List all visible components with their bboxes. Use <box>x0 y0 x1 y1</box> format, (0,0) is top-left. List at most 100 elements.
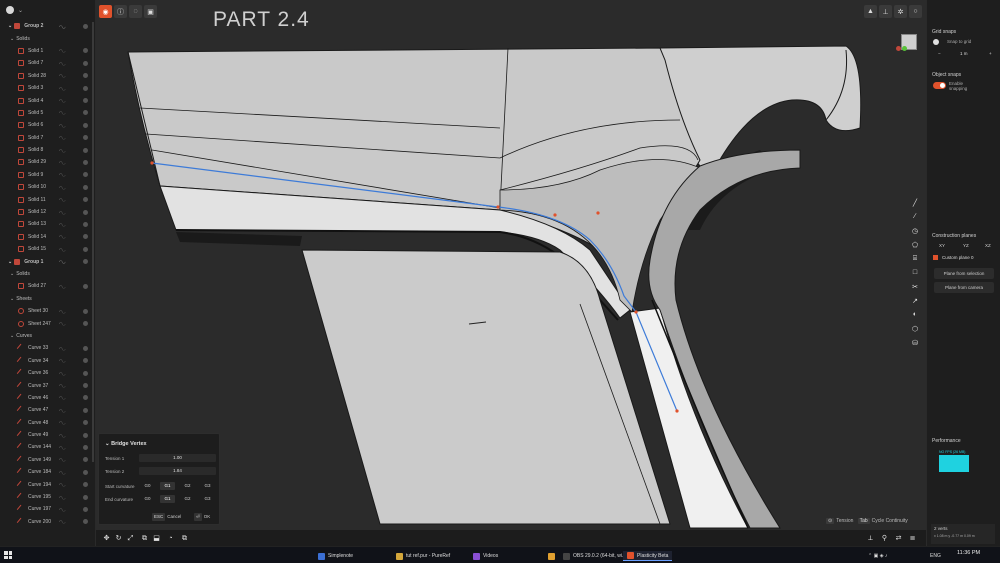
visibility-icon[interactable]: ◠◡ <box>59 420 65 425</box>
taskbar-app[interactable]: Plasticity Beta <box>623 551 673 561</box>
outliner-item-curve[interactable]: Curve 149 ◠◡ <box>0 454 95 466</box>
outliner-item-curve[interactable]: Curve 184 ◠◡ <box>0 466 95 478</box>
visibility-icon[interactable]: ◠◡ <box>59 135 65 140</box>
outliner-item-section[interactable]: ⌄ Solids <box>0 268 95 280</box>
visibility-icon[interactable]: ◠◡ <box>59 86 65 91</box>
outliner-item-solid[interactable]: Solid 5 ◠◡ <box>0 107 95 119</box>
taskbar-app[interactable]: Videos <box>473 551 498 561</box>
outliner-item-solid[interactable]: Solid 7 ◠◡ <box>0 57 95 69</box>
grid-size-field[interactable]: 1 m <box>960 51 968 56</box>
outliner-item-solid[interactable]: Solid 9 ◠◡ <box>0 169 95 181</box>
bend-icon[interactable]: ↗ <box>908 294 922 307</box>
end-g0[interactable]: G0 <box>140 495 155 503</box>
lock-icon[interactable] <box>83 420 88 426</box>
visibility-icon[interactable]: ◠◡ <box>59 24 65 29</box>
outliner-item-curve[interactable]: Curve 200 ◠◡ <box>0 516 95 528</box>
gear-icon[interactable]: ✲ <box>894 5 907 18</box>
end-g2[interactable]: G2 <box>180 495 195 503</box>
visibility-icon[interactable]: ◠◡ <box>59 148 65 153</box>
visibility-icon[interactable]: ◠◡ <box>59 482 65 487</box>
outliner-item-curve[interactable]: Curve 46 ◠◡ <box>0 392 95 404</box>
windows-start-icon[interactable] <box>4 551 12 559</box>
outliner-item-sheet[interactable]: Sheet 247 ◠◡ <box>0 317 95 329</box>
plane-xz[interactable]: XZ <box>985 243 991 248</box>
visibility-icon[interactable]: ◠◡ <box>59 433 65 438</box>
outliner-item-solid[interactable]: Solid 28 ◠◡ <box>0 70 95 82</box>
move-icon[interactable]: ✥ <box>102 534 111 543</box>
lock-icon[interactable] <box>83 98 88 104</box>
outliner-item-solid[interactable]: Solid 15 ◠◡ <box>0 243 95 255</box>
visibility-icon[interactable]: ◠◡ <box>59 519 65 524</box>
lock-icon[interactable] <box>83 444 88 450</box>
visibility-icon[interactable]: ◠◡ <box>59 222 65 227</box>
pin-icon[interactable]: ⚲ <box>880 534 889 543</box>
chevron-down-icon[interactable]: ⌄ <box>18 7 23 14</box>
outliner-item-solid[interactable]: Solid 27 ◠◡ <box>0 280 95 292</box>
outliner-item-curve[interactable]: Curve 197 ◠◡ <box>0 503 95 515</box>
axis-icon[interactable]: ⊥ <box>879 5 892 18</box>
taskbar-app[interactable] <box>548 551 558 561</box>
outliner-scrollbar[interactable] <box>92 22 94 462</box>
end-g1[interactable]: G1 <box>160 495 175 503</box>
taskbar-app[interactable]: Simplenote <box>318 551 353 561</box>
outliner-item-solid[interactable]: Solid 11 ◠◡ <box>0 193 95 205</box>
lock-icon[interactable] <box>83 184 88 190</box>
lock-icon[interactable] <box>83 370 88 376</box>
visibility-icon[interactable]: ◠◡ <box>59 73 65 78</box>
lock-icon[interactable] <box>83 407 88 413</box>
outliner-item-curve[interactable]: Curve 195 ◠◡ <box>0 491 95 503</box>
chevron-down-icon[interactable]: ⌄ <box>10 36 14 42</box>
visibility-icon[interactable]: ◠◡ <box>59 197 65 202</box>
outliner-item-curve[interactable]: Curve 47 ◠◡ <box>0 404 95 416</box>
lock-icon[interactable] <box>83 482 88 488</box>
viewport-3d[interactable]: ◉ ⓘ ◌ ▣ PART 2.4 ▲ ⊥ ✲ ○ ╱ ∕ ◷ ⬠ ⌸ □ ✂ ↗… <box>96 0 926 546</box>
tray-icons[interactable]: ⌃ ▣ ◈ ♪ <box>868 551 887 561</box>
end-g3[interactable]: G3 <box>200 495 215 503</box>
lock-icon[interactable] <box>83 259 88 265</box>
clock[interactable]: 11:36 PM <box>957 550 980 556</box>
snap-to-grid-radio[interactable] <box>933 39 939 45</box>
enable-snapping-toggle[interactable] <box>933 82 946 89</box>
visibility-icon[interactable]: ◠◡ <box>59 234 65 239</box>
cube-icon[interactable]: ⬡ <box>908 322 922 335</box>
lock-icon[interactable] <box>83 494 88 500</box>
plane-xy[interactable]: XY <box>939 243 945 248</box>
start-g2[interactable]: G2 <box>180 482 195 490</box>
visibility-icon[interactable]: ◠◡ <box>59 321 65 326</box>
visibility-icon[interactable]: ◠◡ <box>59 408 65 413</box>
visibility-icon[interactable]: ◠◡ <box>59 61 65 66</box>
visibility-icon[interactable]: ◠◡ <box>59 110 65 115</box>
snap-toggle-icon[interactable]: ⟂ <box>866 534 875 543</box>
visibility-icon[interactable]: ◠◡ <box>59 160 65 165</box>
cancel-button[interactable]: ESC Cancel <box>152 513 181 521</box>
visibility-icon[interactable]: ◠◡ <box>59 346 65 351</box>
tension1-field[interactable]: 1.00 <box>139 454 216 462</box>
outliner-item-sheet[interactable]: Sheet 30 ◠◡ <box>0 305 95 317</box>
lock-icon[interactable] <box>83 457 88 463</box>
outliner-item-solid[interactable]: Solid 1 ◠◡ <box>0 45 95 57</box>
curve-icon[interactable]: ∕ <box>908 210 922 223</box>
layers-icon[interactable]: ≣ <box>908 534 917 543</box>
lock-icon[interactable] <box>83 321 88 327</box>
lock-icon[interactable] <box>83 135 88 141</box>
outliner-item-solid[interactable]: Solid 3 ◠◡ <box>0 82 95 94</box>
visibility-icon[interactable]: ◠◡ <box>59 470 65 475</box>
chevron-down-icon[interactable]: ⌄ <box>8 259 12 265</box>
visibility-icon[interactable]: ◠◡ <box>59 210 65 215</box>
outliner-item-curve[interactable]: Curve 34 ◠◡ <box>0 355 95 367</box>
visibility-icon[interactable]: ◠◡ <box>59 457 65 462</box>
cylinder-icon[interactable]: ⌸ <box>908 252 922 265</box>
outliner-item-solid[interactable]: Solid 8 ◠◡ <box>0 144 95 156</box>
outliner-item-curve[interactable]: Curve 48 ◠◡ <box>0 417 95 429</box>
chevron-down-icon[interactable]: ⌄ <box>10 271 14 277</box>
render-mode-icon[interactable]: ▲ <box>864 5 877 18</box>
lock-icon[interactable] <box>83 283 88 289</box>
polygon-icon[interactable]: ⬠ <box>908 238 922 251</box>
lock-icon[interactable] <box>83 358 88 364</box>
visibility-icon[interactable]: ◠◡ <box>59 495 65 500</box>
visibility-icon[interactable]: ◠◡ <box>59 395 65 400</box>
database-icon[interactable]: ⛁ <box>908 336 922 349</box>
extrude-icon[interactable]: ⬓ <box>152 534 161 543</box>
taskbar-app[interactable]: OBS 29.0.2 (64-bit, wi... <box>563 551 626 561</box>
outliner-item-section[interactable]: ⌄ Curves <box>0 330 95 342</box>
